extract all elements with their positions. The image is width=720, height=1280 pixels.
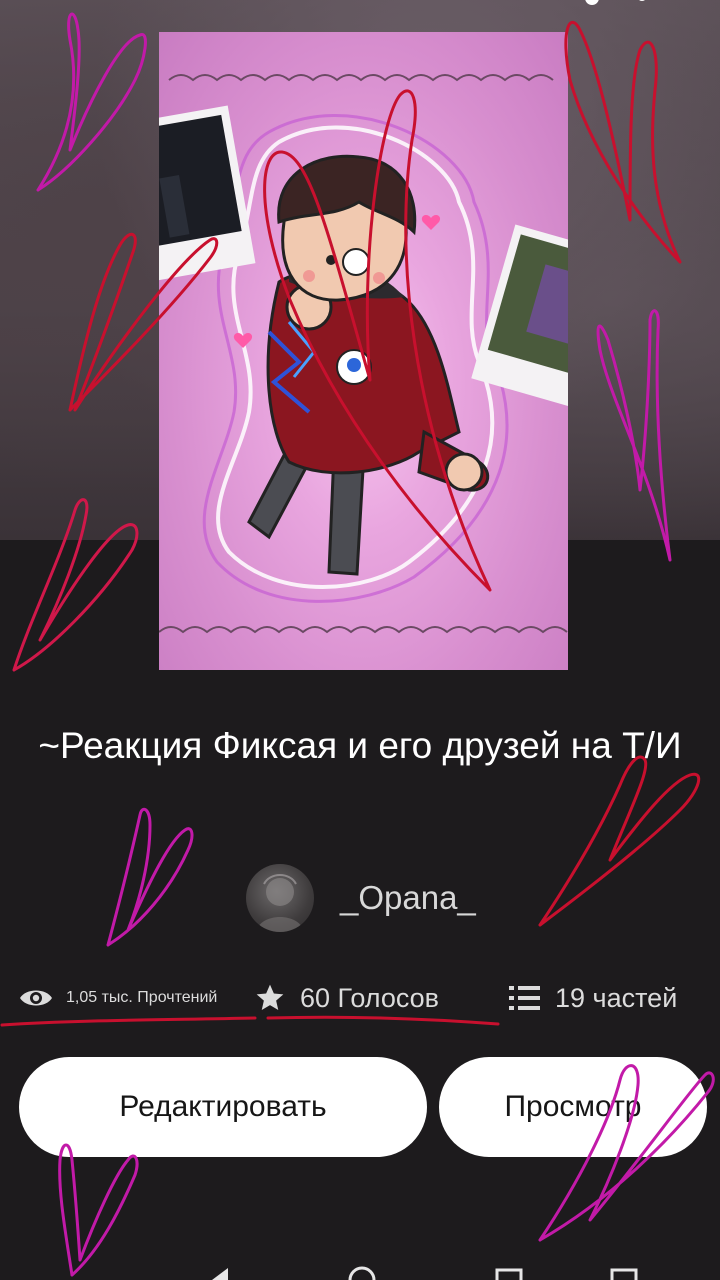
view-button[interactable]: Просмотр — [439, 1057, 707, 1157]
nav-recents-icon — [495, 1268, 523, 1280]
votes-count: 60 Голосов — [300, 982, 440, 1013]
list-icon — [509, 985, 541, 1011]
story-title: ~Реакция Фиксая и его друзей на Т/И — [38, 725, 682, 766]
story-cover-image[interactable] — [159, 32, 568, 670]
author-avatar[interactable] — [246, 864, 314, 932]
avatar-image — [256, 874, 304, 932]
nav-home-icon — [348, 1266, 376, 1280]
heart-doodle — [106, 807, 194, 947]
heart-doodle — [538, 755, 701, 927]
eye-icon — [18, 985, 54, 1011]
nav-back-icon — [212, 1268, 228, 1280]
status-bar-fragment — [585, 0, 645, 5]
story-stats: 1,05 тыс. Прочтений 60 Голосов 19 частей — [18, 975, 718, 1021]
edit-button[interactable]: Редактировать — [19, 1057, 427, 1157]
heart-doodle — [58, 1143, 139, 1277]
parts-count: 19 частей — [555, 982, 678, 1013]
votes-stat: 60 Голосов — [254, 982, 509, 1014]
reads-count: 1,05 тыс. Прочтений — [66, 989, 218, 1006]
author-row[interactable]: _Opana_ — [246, 863, 476, 933]
reads-stat: 1,05 тыс. Прочтений — [18, 985, 254, 1011]
cover-artwork — [159, 74, 568, 634]
system-nav-bar — [212, 1266, 638, 1280]
nav-extra-icon — [610, 1268, 638, 1280]
author-name[interactable]: _Opana_ — [340, 879, 476, 917]
star-icon — [254, 982, 286, 1014]
story-details-screen: ~Реакция Фиксая и его друзей на Т/И _Opa… — [0, 0, 720, 1280]
parts-stat[interactable]: 19 частей — [509, 983, 677, 1014]
